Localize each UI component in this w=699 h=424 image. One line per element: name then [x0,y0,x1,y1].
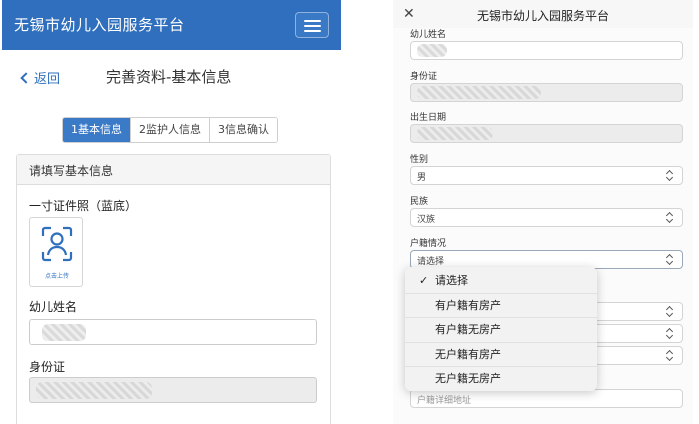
ethnicity-label: 民族 [410,197,429,207]
household-label: 户籍情况 [410,239,447,249]
address-input[interactable]: 户籍详细地址 [410,389,683,408]
dropdown-option[interactable]: 有户籍有房产 [405,294,597,318]
dropdown-option[interactable]: 无户籍有房产 [405,343,597,367]
page-title: 完善资料-基本信息 [106,68,232,86]
photo-upload-label: 点击上传 [44,273,69,280]
redacted-value [417,127,493,140]
child-name-input[interactable] [410,41,683,60]
birth-date-label: 出生日期 [410,113,447,123]
hamburger-bar [304,20,321,22]
dropdown-option[interactable]: 无户籍无房产 [405,367,597,392]
birth-date-input[interactable] [410,124,683,143]
redacted-value [417,86,541,99]
dropdown-option[interactable]: ✓ 请选择 [405,269,597,294]
photo-upload-button[interactable]: 点击上传 [29,217,83,287]
hamburger-menu-button[interactable] [295,12,329,38]
dropdown-option[interactable]: 有户籍无房产 [405,318,597,343]
header-title: 无锡市幼儿入园服务平台 [476,9,609,23]
gender-label: 性别 [410,155,429,165]
step-basic-info[interactable]: 1基本信息 [63,118,131,142]
ethnicity-select[interactable]: 汉族 [410,208,683,227]
hamburger-bar [304,25,321,27]
step-guardian-info[interactable]: 2监护人信息 [131,118,210,142]
basic-info-panel: 请填写基本信息 一寸证件照（蓝底） 点击上传 幼儿姓名 身份证 [16,154,331,424]
right-phone-screen: ✕ 无锡市幼儿入园服务平台 幼儿姓名 身份证 出生日期 性别 男 民族 汉族 户… [393,0,693,424]
select-arrows-icon [667,328,673,339]
app-header: ✕ 无锡市幼儿入园服务平台 [393,0,693,28]
select-arrows-icon [667,306,673,317]
id-card-label: 身份证 [410,72,438,82]
hamburger-bar [304,30,321,32]
header-title: 无锡市幼儿入园服务平台 [14,16,185,34]
household-value: 请选择 [417,257,445,267]
left-phone-screen: 无锡市幼儿入园服务平台 返回 完善资料-基本信息 1基本信息 2监护人信息 3信… [2,0,341,424]
photo-label: 一寸证件照（蓝底） [29,199,138,213]
child-name-input[interactable] [29,319,317,345]
screenshot-stage: 无锡市幼儿入园服务平台 返回 完善资料-基本信息 1基本信息 2监护人信息 3信… [0,0,699,424]
child-name-label: 幼儿姓名 [29,300,78,314]
select-arrows-icon [667,212,673,223]
step-confirm-info[interactable]: 3信息确认 [210,118,277,142]
app-header: 无锡市幼儿入园服务平台 [2,0,341,50]
child-name-label: 幼儿姓名 [410,30,447,40]
id-card-label: 身份证 [29,360,66,374]
gender-select[interactable]: 男 [410,166,683,185]
redacted-value [36,382,152,399]
select-arrows-icon [667,254,673,265]
step-tabs: 1基本信息 2监护人信息 3信息确认 [62,117,278,143]
portrait-scan-icon [41,226,73,262]
ethnicity-value: 汉族 [417,215,436,225]
back-label: 返回 [34,72,61,87]
redacted-value [42,324,86,341]
household-dropdown-menu: ✓ 请选择 有户籍有房产 有户籍无房产 无户籍有房产 无户籍无房产 [405,267,597,391]
select-arrows-icon [667,350,673,361]
checkmark-icon: ✓ [419,274,429,287]
back-button[interactable]: 返回 [20,68,61,87]
chevron-left-icon [20,72,32,84]
id-card-input[interactable] [410,83,683,102]
id-card-input[interactable] [29,377,317,403]
gender-value: 男 [417,173,427,183]
panel-title: 请填写基本信息 [17,155,330,185]
select-arrows-icon [667,170,673,181]
redacted-value [417,44,447,57]
address-placeholder: 户籍详细地址 [417,396,472,406]
